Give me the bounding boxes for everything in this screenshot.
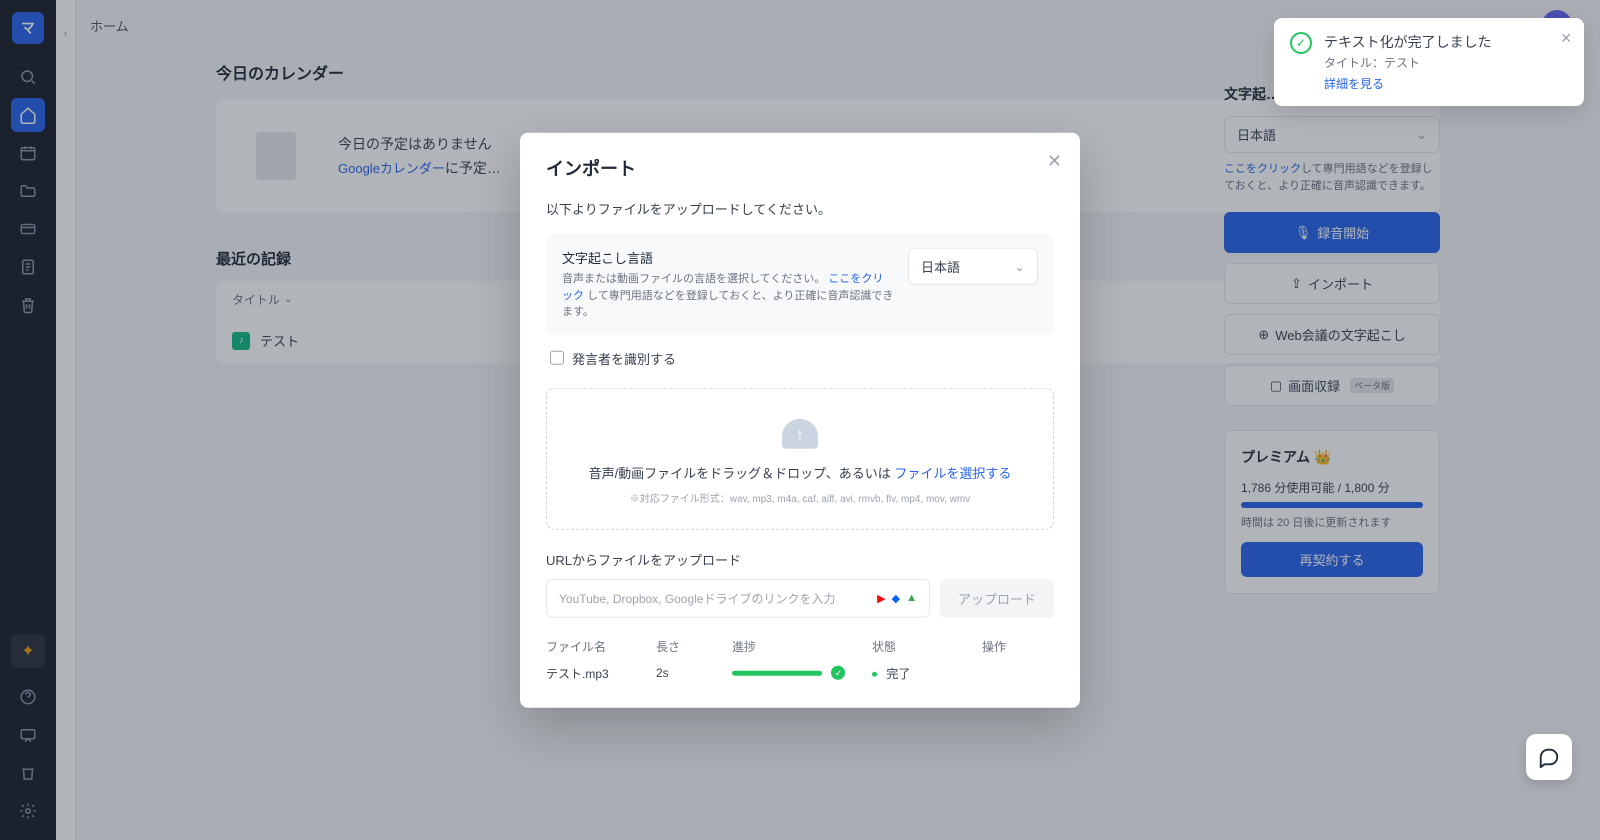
status-dot-icon — [872, 672, 877, 677]
toast-subtitle: タイトル：テスト — [1324, 54, 1492, 71]
file-length: 2s — [656, 666, 732, 680]
drop-text-prefix: 音声/動画ファイルをドラッグ＆ドロップ、あるいは — [589, 465, 895, 480]
chat-icon — [1538, 746, 1560, 768]
modal-title: インポート — [546, 155, 1054, 181]
import-modal: ✕ インポート 以下よりファイルをアップロードしてください。 文字起こし言語 音… — [520, 133, 1080, 708]
checkbox-icon[interactable] — [550, 351, 564, 365]
modal-language-value: 日本語 — [921, 257, 960, 276]
language-box: 文字起こし言語 音声または動画ファイルの言語を選択してください。 ここをクリック… — [546, 234, 1054, 335]
check-icon: ✓ — [831, 666, 845, 680]
url-input[interactable]: YouTube, Dropbox, Googleドライブのリンクを入力 ▶ ◆ … — [546, 578, 930, 617]
googledrive-icon: ▲ — [906, 591, 917, 604]
file-name: テスト.mp3 — [546, 664, 656, 681]
modal-subtitle: 以下よりファイルをアップロードしてください。 — [546, 199, 1054, 218]
modal-language-select[interactable]: 日本語 ⌄ — [908, 248, 1038, 285]
chat-fab[interactable] — [1526, 734, 1572, 780]
toast-title: テキスト化が完了しました — [1324, 32, 1492, 52]
completion-toast: ✓ テキスト化が完了しました タイトル：テスト 詳細を見る ✕ — [1274, 18, 1584, 106]
file-state: 完了 — [886, 666, 910, 680]
toast-details-link[interactable]: 詳細を見る — [1324, 75, 1492, 92]
cloud-upload-icon — [782, 418, 818, 448]
dropbox-icon: ◆ — [892, 591, 900, 604]
language-label: 文字起こし言語 — [562, 248, 894, 267]
select-file-link[interactable]: ファイルを選択する — [894, 465, 1011, 480]
supported-formats: ※対応ファイル形式：wav, mp3, m4a, caf, aiff, avi,… — [567, 489, 1033, 504]
file-row: テスト.mp3 2s ✓ 完了 — [546, 664, 1054, 681]
url-upload-label: URLからファイルをアップロード — [546, 549, 1054, 568]
chevron-down-icon: ⌄ — [1014, 258, 1025, 274]
progress-bar — [732, 671, 822, 676]
url-placeholder: YouTube, Dropbox, Googleドライブのリンクを入力 — [559, 589, 836, 606]
upload-button[interactable]: アップロード — [940, 578, 1054, 617]
language-desc-suffix: して専門用語などを登録しておくと、より正確に音声認識できます。 — [562, 289, 893, 318]
speaker-id-checkbox-row[interactable]: 発言者を識別する — [546, 348, 1054, 367]
file-table-header: ファイル名 長さ 進捗 状態 操作 — [546, 637, 1054, 654]
file-dropzone[interactable]: 音声/動画ファイルをドラッグ＆ドロップ、あるいは ファイルを選択する ※対応ファ… — [546, 387, 1054, 529]
language-desc-prefix: 音声または動画ファイルの言語を選択してください。 — [562, 273, 825, 285]
success-check-icon: ✓ — [1290, 32, 1312, 54]
checkbox-label: 発言者を識別する — [572, 348, 676, 367]
youtube-icon: ▶ — [877, 591, 885, 604]
close-icon[interactable]: ✕ — [1047, 151, 1062, 172]
close-icon[interactable]: ✕ — [1560, 30, 1572, 47]
